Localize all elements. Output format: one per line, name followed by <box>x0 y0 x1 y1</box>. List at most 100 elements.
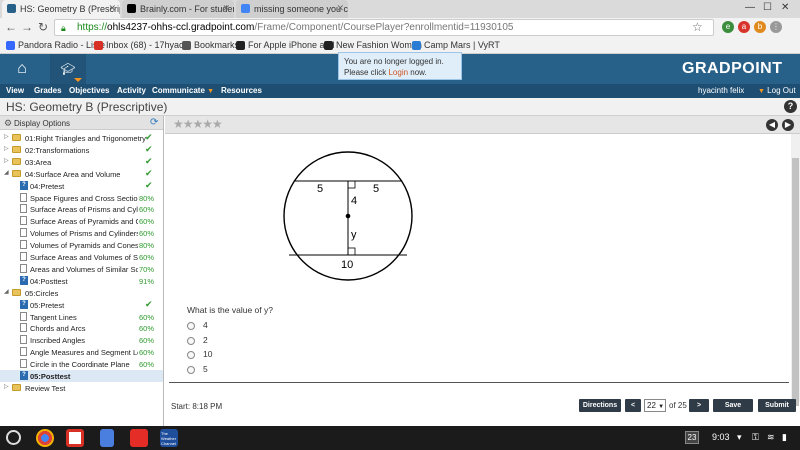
tree-folder[interactable]: ▷ 03:Area ✔ <box>0 156 163 168</box>
tree-item[interactable]: Volumes of Prisms and Cylinders 60% <box>0 227 163 239</box>
tree-item[interactable]: Angle Measures and Segment Lengths60% <box>0 346 163 358</box>
display-options-label[interactable]: Display Options <box>14 119 70 128</box>
collapsed-arrow-icon[interactable]: ▷ <box>4 133 9 140</box>
tree-item[interactable]: ? 05:Posttest <box>0 370 163 382</box>
menu-grades[interactable]: Grades <box>34 86 62 95</box>
tree-item[interactable]: Inscribed Angles 60% <box>0 334 163 346</box>
expanded-arrow-icon[interactable]: ◢ <box>4 288 9 295</box>
close-tab-icon[interactable]: ✕ <box>108 3 116 14</box>
tree-item[interactable]: Circle in the Coordinate Plane 60% <box>0 358 163 370</box>
tree-item[interactable]: Surface Areas and Volumes of Spheres60% <box>0 251 163 263</box>
youtube-icon[interactable] <box>130 429 148 447</box>
answer-option[interactable]: 4 <box>187 320 208 330</box>
menu-view[interactable]: View <box>6 86 24 95</box>
tree-folder[interactable]: ▷ 02:Transformations ✔ <box>0 144 163 156</box>
tree-item[interactable]: Volumes of Pyramids and Cones 80% <box>0 239 163 251</box>
gmail-icon[interactable] <box>66 429 84 447</box>
refresh-icon[interactable]: ⟳ <box>150 117 158 128</box>
submit-button[interactable]: Submit <box>758 399 796 412</box>
bookmark-fashion[interactable]: New Fashion Women <box>324 40 422 50</box>
bookmark-pandora[interactable]: Pandora Radio - Liste <box>6 40 105 50</box>
tree-folder[interactable]: ◢ 05:Circles <box>0 287 163 299</box>
menu-resources[interactable]: Resources <box>221 86 262 95</box>
bookmark-inbox[interactable]: Inbox (68) - 17hyacin <box>94 40 191 50</box>
radio-button[interactable] <box>187 350 195 359</box>
previous-page-button[interactable]: < <box>625 399 641 412</box>
login-link[interactable]: Login <box>388 68 408 77</box>
clock[interactable]: 9:03 <box>712 432 730 442</box>
minimize-icon[interactable]: — <box>745 2 755 13</box>
radio-button[interactable] <box>187 321 195 330</box>
tree-folder[interactable]: ▷ 01:Right Triangles and Trigonometry ✔ <box>0 132 163 144</box>
tree-item[interactable]: Surface Areas of Prisms and Cylinders60% <box>0 203 163 215</box>
collapsed-arrow-icon[interactable]: ▷ <box>4 383 9 390</box>
rating-stars-icon[interactable]: ★★★★★ <box>173 117 223 131</box>
close-tab-icon[interactable]: ✕ <box>336 3 344 14</box>
close-tab-icon[interactable]: ✕ <box>222 3 230 14</box>
tree-item[interactable]: Areas and Volumes of Similar Solids70% <box>0 263 163 275</box>
bookmark-apple[interactable]: For Apple iPhone and <box>236 40 335 50</box>
key-icon[interactable]: ⚿ <box>752 432 759 443</box>
previous-item-icon[interactable]: ◀ <box>766 119 778 131</box>
wifi-icon[interactable]: ≋ <box>767 432 775 443</box>
reload-icon[interactable]: ↻ <box>36 20 50 34</box>
radio-button[interactable] <box>187 336 195 345</box>
logout-link[interactable]: ▼ Log Out <box>758 86 796 95</box>
weather-channel-icon[interactable]: The Weather Channel <box>160 429 178 447</box>
notification-count[interactable]: 23 <box>685 431 699 444</box>
collapsed-arrow-icon[interactable]: ▷ <box>4 157 9 164</box>
directions-button[interactable]: Directions <box>579 399 621 412</box>
extension-icon[interactable]: e <box>722 21 734 33</box>
extension-icon[interactable]: a <box>738 21 750 33</box>
url-input[interactable]: 🔒︎ https://ohls4237-ohhs-ccl.gradpoint.c… <box>54 19 714 36</box>
home-icon[interactable]: ⌂ <box>12 60 32 78</box>
bookmark-camp-mars[interactable]: Camp Mars | VyRT <box>412 40 500 50</box>
help-icon[interactable]: ? <box>784 100 797 113</box>
tree-item[interactable]: ? 04:Posttest 91% <box>0 275 163 287</box>
battery-icon[interactable]: ▮ <box>782 432 787 443</box>
menu-activity[interactable]: Activity <box>117 86 146 95</box>
tab-title: Brainly.com - For studen <box>140 4 234 14</box>
scrollbar-thumb[interactable] <box>792 158 799 406</box>
tree-item[interactable]: Surface Areas of Pyramids and Cones60% <box>0 215 163 227</box>
maximize-icon[interactable]: ☐ <box>763 2 772 13</box>
forward-icon[interactable]: → <box>20 20 34 34</box>
network-icon[interactable]: ▾ <box>737 432 742 443</box>
tree-item[interactable]: Tangent Lines 60% <box>0 311 163 323</box>
gear-icon[interactable]: ⚙ <box>4 118 12 129</box>
close-window-icon[interactable]: ✕ <box>781 2 789 13</box>
tree-folder[interactable]: ◢ 04:Surface Area and Volume ✔ <box>0 168 163 180</box>
tab-geometry[interactable]: HS: Geometry B (Prescrip ✕ <box>2 0 120 18</box>
bookmark-star-icon[interactable]: ☆ <box>692 20 703 34</box>
page-select[interactable]: 22 ▼ <box>644 399 666 412</box>
tab-google[interactable]: missing someone you c ✕ <box>236 0 348 18</box>
menu-communicate[interactable]: Communicate ▼ <box>152 86 214 95</box>
course-menu-button[interactable]: 🎓︎ <box>50 54 86 84</box>
chrome-menu-icon[interactable]: ⋮ <box>770 21 782 33</box>
menu-objectives[interactable]: Objectives <box>69 86 109 95</box>
save-button[interactable]: Save <box>713 399 753 412</box>
answer-option[interactable]: 5 <box>187 364 208 374</box>
docs-icon[interactable] <box>100 429 114 447</box>
tree-folder[interactable]: ▷ Review Test <box>0 382 163 394</box>
content-scrollbar[interactable] <box>791 134 800 406</box>
back-icon[interactable]: ← <box>4 20 18 34</box>
tab-brainly[interactable]: Brainly.com - For studen ✕ <box>122 0 234 18</box>
tree-item[interactable]: Chords and Arcs 60% <box>0 322 163 334</box>
collapsed-arrow-icon[interactable]: ▷ <box>4 145 9 152</box>
tree-item[interactable]: ? 04:Pretest ✔ <box>0 180 163 192</box>
extension-icon[interactable]: b <box>754 21 766 33</box>
tree-item[interactable]: ? 05:Pretest ✔ <box>0 299 163 311</box>
tree-item[interactable]: Space Figures and Cross Sections 80% <box>0 192 163 204</box>
answer-option[interactable]: 10 <box>187 349 212 359</box>
launcher-icon[interactable] <box>6 430 21 445</box>
expanded-arrow-icon[interactable]: ◢ <box>4 169 9 176</box>
next-item-icon[interactable]: ▶ <box>782 119 794 131</box>
chrome-icon[interactable] <box>36 429 54 447</box>
answer-option[interactable]: 2 <box>187 335 208 345</box>
lesson-page-icon <box>20 359 27 369</box>
main-menu: View Grades Objectives Activity Communic… <box>0 84 800 98</box>
bookmark-bookmarks[interactable]: Bookmarks <box>182 40 239 50</box>
radio-button[interactable] <box>187 365 195 374</box>
next-page-button[interactable]: > <box>689 399 709 412</box>
